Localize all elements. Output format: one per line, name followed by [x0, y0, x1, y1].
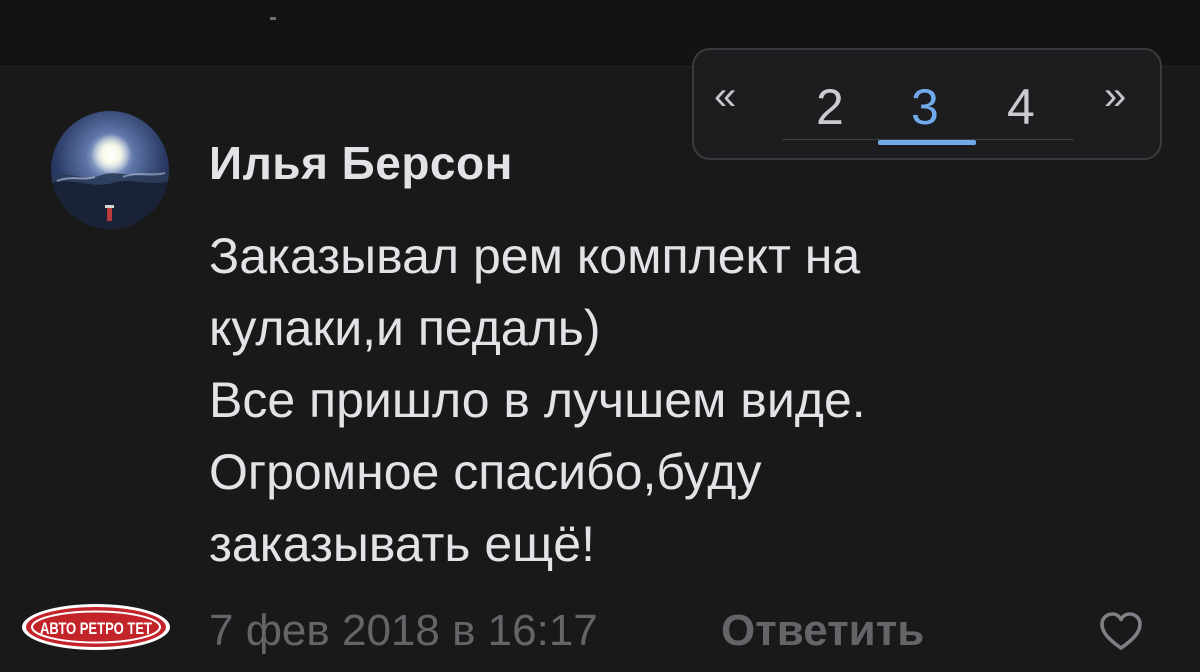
pagination-page-3-current[interactable]: 3 [911, 80, 939, 134]
watermark-logo: АВТО РЕТРО ТЕТ [20, 602, 172, 652]
comment-line: кулаки,и педаль) [209, 300, 601, 356]
comment-date: 7 фев 2018 в 16:17 [209, 606, 598, 655]
comment-line: Заказывал рем комплект на [209, 228, 861, 284]
comment-line: заказывать ещё! [209, 516, 596, 572]
comment-line: Огромное спасибо,буду [209, 444, 762, 500]
reply-button[interactable]: Ответить [721, 605, 924, 657]
svg-text:АВТО РЕТРО ТЕТ: АВТО РЕТРО ТЕТ [40, 619, 152, 638]
moon-sky-avatar-icon [51, 111, 169, 229]
pagination-page-4[interactable]: 4 [1007, 80, 1035, 134]
avatar[interactable] [51, 111, 169, 229]
pagination-next-button[interactable]: » [1104, 76, 1126, 116]
pagination: « 2 3 4 » [692, 48, 1162, 160]
comment-author[interactable]: Илья Берсон [209, 136, 513, 190]
pagination-page-2[interactable]: 2 [816, 80, 844, 134]
comment-text: Заказывал рем комплект на кулаки,и педал… [209, 220, 1109, 580]
heart-outline-icon[interactable] [1098, 610, 1144, 652]
pagination-prev-button[interactable]: « [714, 76, 736, 116]
comment-line: Все пришло в лучшем виде. [209, 372, 866, 428]
pagination-active-indicator [878, 140, 976, 145]
status-dot [270, 17, 276, 20]
